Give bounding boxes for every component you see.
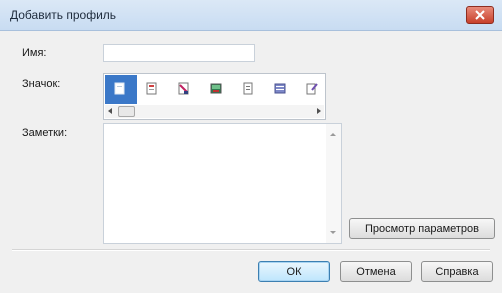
notes-label: Заметки: (22, 127, 68, 139)
close-icon (475, 10, 485, 20)
dialog-title: Добавить профиль (10, 8, 117, 22)
icon-row (105, 75, 329, 104)
cancel-button[interactable]: Отмена (340, 261, 412, 282)
scroll-left-arrow-icon[interactable] (108, 108, 112, 114)
profile-icon-6 (274, 83, 286, 94)
profile-icon-7 (306, 83, 318, 95)
preview-settings-button[interactable]: Просмотр параметров (349, 218, 495, 239)
icon-option-1[interactable] (105, 75, 137, 104)
notes-textarea[interactable] (103, 123, 342, 244)
icon-option-5[interactable] (233, 75, 265, 104)
title-bar: Добавить профиль (0, 0, 502, 31)
profile-icon-5 (243, 82, 253, 95)
profile-icon-4 (210, 83, 222, 94)
profile-icon-2 (146, 82, 157, 95)
help-button[interactable]: Справка (421, 261, 493, 282)
name-input[interactable] (103, 44, 255, 62)
icon-option-2[interactable] (137, 75, 169, 104)
notes-scrollbar[interactable] (326, 124, 341, 243)
ok-button[interactable]: ОК (258, 261, 330, 282)
scroll-down-arrow-icon[interactable] (330, 231, 336, 234)
profile-icon-3 (178, 82, 189, 95)
profile-icon-1 (114, 82, 125, 95)
icon-label: Значок: (22, 78, 61, 90)
separator (12, 249, 490, 251)
icon-option-3[interactable] (169, 75, 201, 104)
icon-option-6[interactable] (265, 75, 297, 104)
icon-option-4[interactable] (201, 75, 233, 104)
scroll-thumb[interactable] (118, 106, 135, 117)
close-button[interactable] (466, 6, 494, 24)
name-label: Имя: (22, 47, 47, 59)
icon-option-7[interactable] (297, 75, 329, 104)
scroll-right-arrow-icon[interactable] (317, 108, 321, 114)
scroll-up-arrow-icon[interactable] (330, 133, 336, 136)
icon-list-scrollbar[interactable] (105, 105, 324, 118)
icon-list[interactable] (103, 73, 326, 120)
